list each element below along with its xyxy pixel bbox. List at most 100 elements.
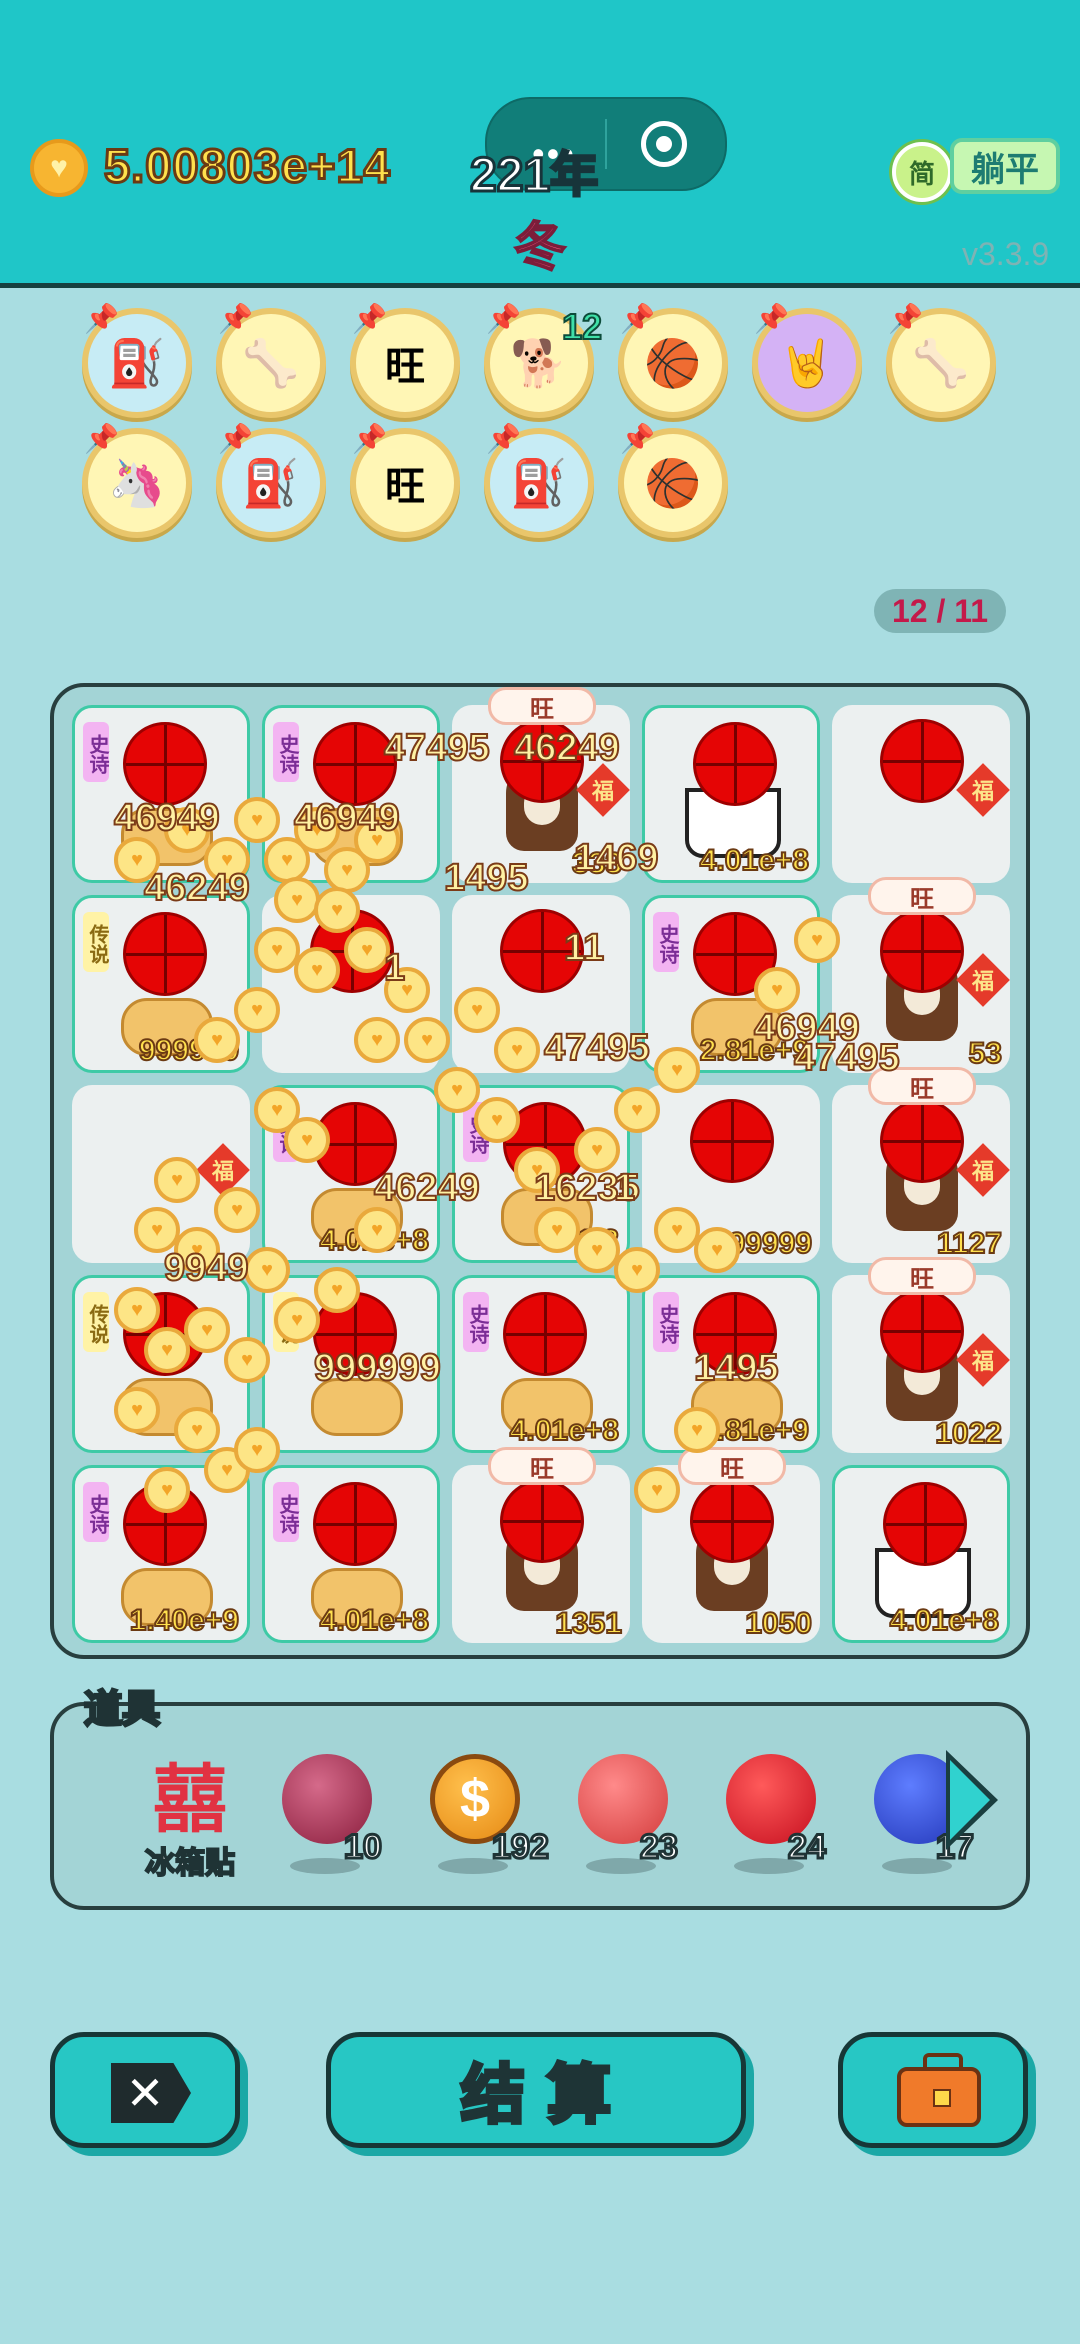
heart-coin-icon: ♥	[234, 1427, 280, 1473]
item-slot[interactable]: 23	[570, 1746, 680, 1886]
simplified-toggle[interactable]: 简	[892, 142, 952, 202]
heart-coin-icon: ♥	[194, 1017, 240, 1063]
red-ball-icon	[880, 909, 964, 993]
floating-score: 1469	[573, 836, 660, 880]
board-cell[interactable]: 4.01e+8	[642, 705, 820, 883]
floating-score: 46949	[293, 796, 401, 840]
red-ball-icon	[880, 1099, 964, 1183]
pump-icon: ⛽	[242, 456, 300, 509]
board-cell[interactable]: 旺福 1127	[832, 1067, 1010, 1263]
pin-icon: 📌	[218, 423, 253, 454]
heart-coin-icon: ♥	[144, 1327, 190, 1373]
coin-total: 5.00803e+14	[103, 138, 392, 194]
relic-badge[interactable]: 📌 旺	[350, 423, 460, 538]
items-panel: 囍 冰箱贴 10 $192 23 24 17	[50, 1702, 1030, 1910]
heart-coin-icon: ♥	[434, 1067, 480, 1113]
red-ball-icon	[693, 722, 777, 806]
floating-score: 47495	[793, 1036, 901, 1080]
relic-badge[interactable]: 📌 🦴	[886, 303, 996, 418]
epic-tag: 史诗	[463, 1292, 489, 1352]
heart-coin-icon: ♥	[314, 1267, 360, 1313]
board-cell[interactable]: 4.01e+8	[832, 1465, 1010, 1643]
relic-badge[interactable]: 📌 ⛽	[216, 423, 326, 538]
floating-score: 46249	[373, 1166, 481, 1210]
relic-badge[interactable]: 📌 ⛽	[484, 423, 594, 538]
fu-label: 福	[971, 968, 995, 994]
pin-icon: 📌	[352, 423, 387, 454]
arrow-right-icon[interactable]	[946, 1750, 998, 1850]
relic-badge[interactable]: 📌 🤘	[752, 303, 862, 418]
floating-score: 1	[613, 1166, 636, 1210]
fridge-sticker-label: 冰箱贴	[144, 1846, 236, 1881]
relic-badge[interactable]: 📌 旺	[350, 303, 460, 418]
cell-value: 4.01e+8	[319, 1603, 430, 1638]
board-cell[interactable]: 旺福 1022	[832, 1257, 1010, 1453]
heart-coin-icon: ♥	[114, 1287, 160, 1333]
heart-coin-icon: ♥	[284, 1117, 330, 1163]
floating-score: 47495	[543, 1026, 651, 1070]
floating-score: 999999	[313, 1346, 442, 1390]
heart-coin-icon: ♥	[154, 1157, 200, 1203]
heart-coin-icon: ♥	[274, 877, 320, 923]
relic-badge[interactable]: 📌 🐕 12	[484, 303, 603, 418]
epic-tag: 史诗	[653, 912, 679, 972]
pin-icon: 📌	[486, 423, 521, 454]
pin-icon: 📌	[754, 303, 789, 334]
bag-button[interactable]	[838, 2032, 1028, 2148]
cell-value: 4.01e+8	[889, 1603, 1000, 1638]
capsule-divider	[605, 119, 607, 169]
board-cell[interactable]: 福	[832, 705, 1010, 883]
item-slot[interactable]: $192	[422, 1746, 550, 1886]
epic-tag: 史诗	[653, 1292, 679, 1352]
heart-coin-icon: ♥	[614, 1247, 660, 1293]
dog-bowl-icon: 🦴	[912, 336, 970, 389]
relic-badge[interactable]: 📌 🏀	[618, 423, 728, 538]
fu-diamond-icon: 福	[576, 763, 630, 817]
board-cell[interactable]: 史诗 4.01e+8	[262, 1465, 440, 1643]
heart-coin-icon: ♥	[274, 1297, 320, 1343]
target-close-icon[interactable]	[641, 121, 687, 167]
heart-coin-icon: ♥	[234, 987, 280, 1033]
lie-flat-button[interactable]: 躺平	[950, 138, 1060, 194]
fu-diamond-icon: 福	[956, 1143, 1010, 1197]
legend-tag: 传说	[83, 1292, 109, 1352]
floating-score: 1495	[443, 856, 530, 900]
heart-coin-icon: ♥	[654, 1207, 700, 1253]
red-ball-icon	[690, 1099, 774, 1183]
board-cell[interactable]: 史诗 4.01e+8	[452, 1275, 630, 1453]
floating-score: 46249	[143, 866, 251, 910]
item-slot[interactable]: 10	[274, 1746, 384, 1886]
item-slot[interactable]: 24	[718, 1746, 828, 1886]
cell-value: 1127	[936, 1226, 1003, 1261]
fu-diamond-icon: 福	[956, 1333, 1010, 1387]
board-cell[interactable]: 旺 1351	[452, 1447, 630, 1643]
heart-coin-icon: ♥	[30, 139, 88, 197]
heart-coin-icon: ♥	[654, 1047, 700, 1093]
heart-coin-icon: ♥	[614, 1087, 660, 1133]
cell-value: 53	[968, 1036, 1003, 1071]
relic-badge[interactable]: 📌 🦴	[216, 303, 326, 418]
heart-coin-icon: ♥	[574, 1227, 620, 1273]
pin-icon: 📌	[486, 303, 521, 334]
cell-value: 1022	[934, 1416, 1003, 1451]
heart-coin-icon: ♥	[144, 1467, 190, 1513]
pin-icon: 📌	[218, 303, 253, 334]
heart-coin-icon: ♥	[694, 1227, 740, 1273]
relic-badge[interactable]: 📌 🦄	[82, 423, 192, 538]
cell-value: 1.40e+9	[129, 1603, 240, 1638]
double-happiness-icon: 囍	[153, 1758, 227, 1841]
heart-coin-icon: ♥	[404, 1017, 450, 1063]
basketballs-icon: 🏀	[644, 456, 702, 509]
close-button[interactable]: ✕	[50, 2032, 240, 2148]
relic-badge[interactable]: 📌 🏀	[618, 303, 728, 418]
fridge-sticker-item[interactable]: 囍 冰箱贴	[120, 1762, 260, 1882]
heart-coin-icon: ♥	[354, 1017, 400, 1063]
settle-button[interactable]: 结算	[326, 2032, 746, 2148]
unicorn-icon: 🦄	[108, 456, 166, 509]
year-label: 221年	[468, 148, 599, 204]
dog-bowl-icon: 🦴	[242, 336, 300, 389]
relic-badge[interactable]: 📌 ⛽	[82, 303, 192, 418]
wang-tiles-icon: 旺	[385, 465, 425, 509]
heart-coin-icon: ♥	[474, 1097, 520, 1143]
floating-score: 11	[563, 926, 605, 970]
